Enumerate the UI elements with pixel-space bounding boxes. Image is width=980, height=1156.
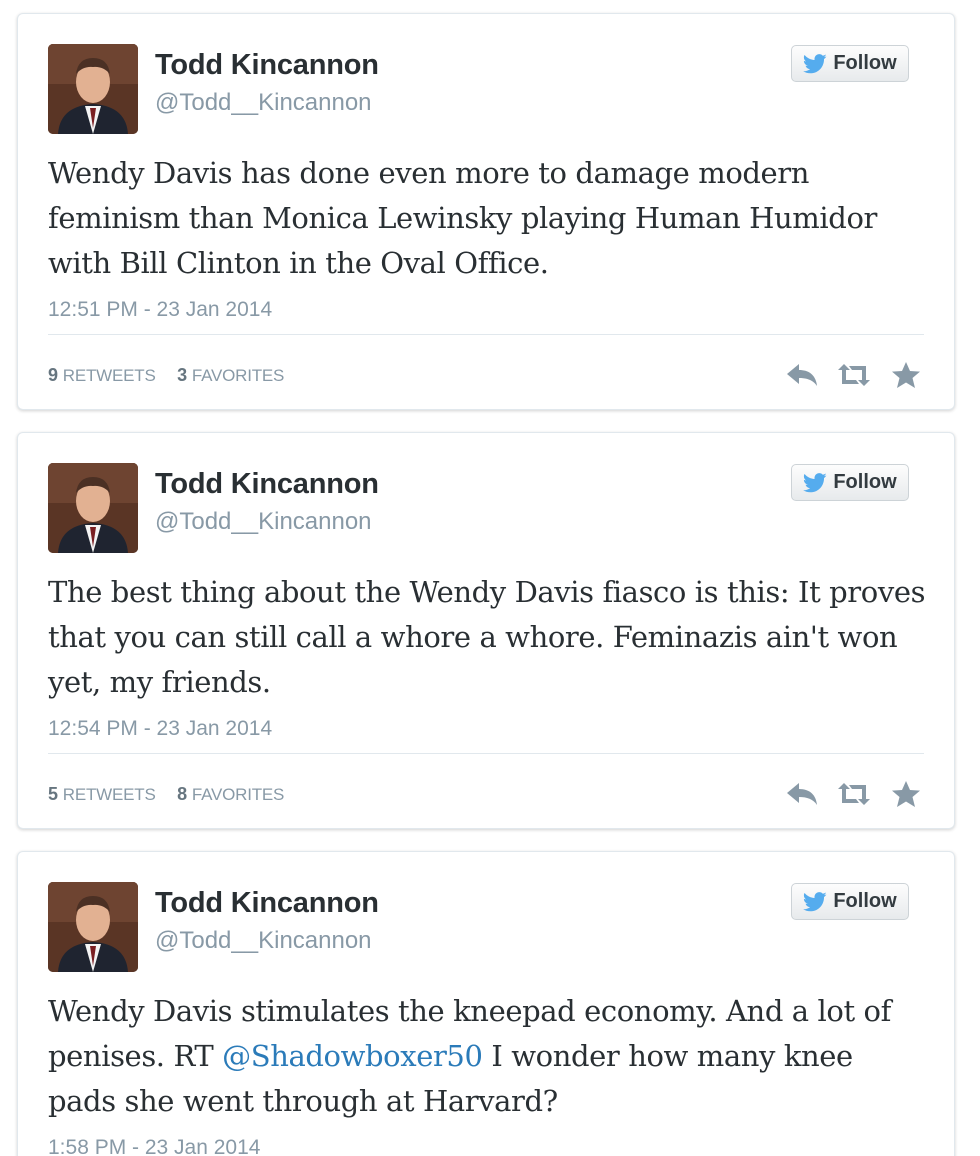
tweet-text: Wendy Davis has done even more to damage… [48, 156, 877, 280]
tweet-card: Todd Kincannon @Todd__Kincannon Follow W… [17, 13, 955, 410]
tweet-timestamp[interactable]: 1:58 PM - 23 Jan 2014 [48, 1136, 260, 1156]
reply-icon[interactable] [784, 359, 820, 391]
tweet-stats: 5 Retweets 8 Favorites [48, 784, 284, 805]
avatar[interactable] [48, 463, 138, 553]
tweet-text: Wendy Davis stimulates the kneepad econo… [48, 989, 928, 1124]
retweet-icon[interactable] [836, 359, 872, 391]
avatar[interactable] [48, 882, 138, 972]
tweet-stats: 9 Retweets 3 Favorites [48, 365, 284, 386]
bird-icon [803, 472, 827, 492]
favorites-count[interactable]: 8 [177, 784, 187, 804]
author-handle[interactable]: @Todd__Kincannon [155, 89, 372, 117]
avatar-photo-icon [48, 44, 138, 134]
author-name[interactable]: Todd Kincannon [155, 887, 379, 920]
avatar[interactable] [48, 44, 138, 134]
avatar-photo-icon [48, 463, 138, 553]
retweets-label[interactable]: Retweets [63, 366, 156, 385]
bird-icon [803, 53, 827, 73]
author-handle[interactable]: @Todd__Kincannon [155, 508, 372, 536]
favorites-label[interactable]: Favorites [192, 366, 285, 385]
bird-icon [803, 891, 827, 911]
author-name[interactable]: Todd Kincannon [155, 49, 379, 82]
retweets-label[interactable]: Retweets [63, 785, 156, 804]
reply-icon[interactable] [784, 778, 820, 810]
follow-label: Follow [833, 471, 897, 493]
author-name[interactable]: Todd Kincannon [155, 468, 379, 501]
divider [48, 753, 924, 754]
favorite-star-icon[interactable] [888, 359, 924, 391]
tweet-timestamp[interactable]: 12:51 PM - 23 Jan 2014 [48, 298, 272, 322]
retweets-count[interactable]: 9 [48, 365, 58, 385]
tweet-feed: Todd Kincannon @Todd__Kincannon Follow W… [0, 0, 980, 1156]
tweet-card: Todd Kincannon @Todd__Kincannon Follow W… [17, 851, 955, 1156]
follow-button[interactable]: Follow [791, 464, 909, 501]
tweet-timestamp[interactable]: 12:54 PM - 23 Jan 2014 [48, 717, 272, 741]
tweet-text: The best thing about the Wendy Davis fia… [48, 575, 926, 699]
tweet-card: Todd Kincannon @Todd__Kincannon Follow T… [17, 432, 955, 829]
retweet-icon[interactable] [836, 778, 872, 810]
retweets-count[interactable]: 5 [48, 784, 58, 804]
favorites-label[interactable]: Favorites [192, 785, 285, 804]
follow-button[interactable]: Follow [791, 883, 909, 920]
avatar-photo-icon [48, 882, 138, 972]
tweet-actions [784, 778, 924, 810]
favorites-count[interactable]: 3 [177, 365, 187, 385]
follow-label: Follow [833, 52, 897, 74]
author-handle[interactable]: @Todd__Kincannon [155, 927, 372, 955]
follow-button[interactable]: Follow [791, 45, 909, 82]
favorite-star-icon[interactable] [888, 778, 924, 810]
mention-link[interactable]: @Shadowboxer50 [222, 1039, 483, 1073]
divider [48, 334, 924, 335]
tweet-actions [784, 359, 924, 391]
follow-label: Follow [833, 890, 897, 912]
